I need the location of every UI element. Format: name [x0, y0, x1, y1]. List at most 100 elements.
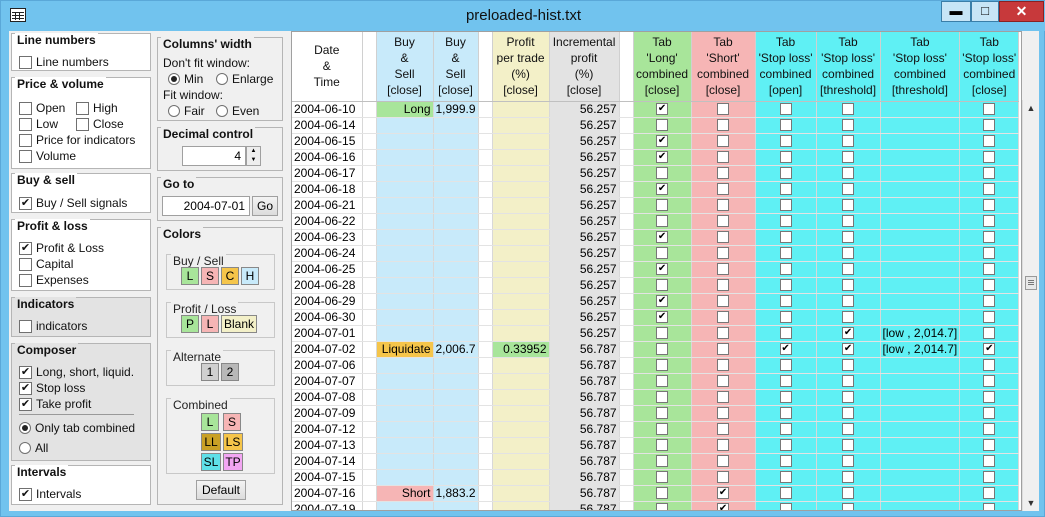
checkbox[interactable]	[983, 311, 996, 324]
checkbox[interactable]	[717, 231, 730, 244]
profit-color-chip[interactable]: P	[181, 315, 199, 333]
checkbox[interactable]	[983, 279, 996, 292]
data-table[interactable]: Date & Time Buy & Sell [close] Buy & Sell …	[291, 31, 1022, 511]
checkbox[interactable]	[842, 215, 855, 228]
checkbox[interactable]	[717, 199, 730, 212]
checkbox[interactable]	[779, 391, 792, 404]
checkbox[interactable]	[779, 183, 792, 196]
column-header-2[interactable]: Buy & Sell [close]	[376, 32, 434, 102]
column-header-1[interactable]	[362, 32, 377, 102]
spinner-arrows-icon[interactable]: ▲ ▼	[246, 146, 261, 166]
checkbox[interactable]	[779, 359, 792, 372]
checkbox[interactable]	[779, 503, 792, 510]
min-radio[interactable]: Min	[168, 71, 203, 87]
checkbox[interactable]: ✔	[656, 295, 669, 308]
checkbox[interactable]	[983, 503, 996, 510]
table-row[interactable]: 2004-06-28 56.257	[292, 277, 1020, 294]
column-header-5[interactable]: Profit per trade (%) [close]	[492, 32, 550, 102]
checkbox[interactable]	[779, 199, 792, 212]
line-numbers-checkbox[interactable]: Line numbers	[19, 54, 109, 70]
table-row[interactable]: 2004-07-06 56.787	[292, 357, 1020, 374]
checkbox[interactable]	[717, 295, 730, 308]
table-row[interactable]: 2004-06-15 56.257 ✔	[292, 133, 1020, 150]
table-row[interactable]: 2004-07-19 56.787 ✔	[292, 501, 1020, 510]
price-for-indicators-checkbox[interactable]: Price for indicators	[19, 132, 135, 148]
table-row[interactable]: 2004-06-17 56.257	[292, 165, 1020, 182]
indicators-checkbox[interactable]: indicators	[19, 318, 87, 334]
checkbox[interactable]	[983, 327, 996, 340]
table-row[interactable]: 2004-06-30 56.257 ✔	[292, 309, 1020, 326]
fair-radio[interactable]: Fair	[168, 103, 205, 119]
checkbox[interactable]: ✔	[656, 151, 669, 164]
checkbox[interactable]	[842, 295, 855, 308]
checkbox[interactable]: ✔	[842, 327, 855, 340]
checkbox[interactable]	[842, 311, 855, 324]
volume-checkbox[interactable]: Volume	[19, 148, 76, 164]
go-button[interactable]: Go	[252, 196, 278, 216]
checkbox[interactable]	[842, 487, 855, 500]
checkbox[interactable]	[717, 119, 730, 132]
intervals-checkbox[interactable]: ✔ Intervals	[19, 486, 81, 502]
checkbox[interactable]	[779, 263, 792, 276]
checkbox[interactable]	[717, 247, 730, 260]
table-row[interactable]: 2004-07-16 Short 1,883.2 56.787 ✔	[292, 485, 1020, 502]
checkbox[interactable]: ✔	[656, 135, 669, 148]
checkbox[interactable]	[656, 391, 669, 404]
column-header-8[interactable]: Tab 'Long' combined [close]	[633, 32, 692, 102]
table-row[interactable]: 2004-06-18 56.257 ✔	[292, 181, 1020, 198]
checkbox[interactable]: ✔	[842, 343, 855, 356]
combined-tp-chip[interactable]: TP	[223, 453, 243, 471]
checkbox[interactable]	[779, 439, 792, 452]
column-header-11[interactable]: Tab 'Stop loss' combined [threshold]	[816, 32, 881, 102]
checkbox[interactable]	[983, 263, 996, 276]
combined-sl-chip[interactable]: SL	[201, 453, 221, 471]
close-button[interactable]: ✕	[999, 1, 1044, 22]
checkbox[interactable]	[779, 247, 792, 260]
checkbox[interactable]	[983, 295, 996, 308]
scroll-down-icon[interactable]: ▼	[1023, 495, 1039, 511]
table-row[interactable]: 2004-07-14 56.787	[292, 453, 1020, 470]
checkbox[interactable]	[717, 103, 730, 116]
table-row[interactable]: 2004-07-01 56.257 ✔ [low , 2,014.7]	[292, 325, 1020, 342]
checkbox[interactable]	[779, 407, 792, 420]
checkbox[interactable]	[983, 231, 996, 244]
checkbox[interactable]	[717, 455, 730, 468]
checkbox[interactable]	[779, 311, 792, 324]
checkbox[interactable]	[842, 407, 855, 420]
checkbox[interactable]	[656, 327, 669, 340]
checkbox[interactable]	[983, 391, 996, 404]
checkbox[interactable]	[842, 263, 855, 276]
checkbox[interactable]	[656, 119, 669, 132]
checkbox[interactable]	[983, 455, 996, 468]
table-row[interactable]: 2004-07-08 56.787	[292, 389, 1020, 406]
checkbox[interactable]	[717, 391, 730, 404]
table-row[interactable]: 2004-07-09 56.787	[292, 405, 1020, 422]
checkbox[interactable]	[983, 215, 996, 228]
checkbox[interactable]	[717, 359, 730, 372]
column-header-6[interactable]: Incremental profit (%) [close]	[549, 32, 620, 102]
checkbox[interactable]	[656, 215, 669, 228]
table-row[interactable]: 2004-06-25 56.257 ✔	[292, 261, 1020, 278]
low-checkbox[interactable]: Low	[19, 116, 58, 132]
table-row[interactable]: 2004-06-10 Long 1,999.9 56.257 ✔	[292, 101, 1020, 118]
enlarge-radio[interactable]: Enlarge	[216, 71, 273, 87]
checkbox[interactable]	[983, 375, 996, 388]
checkbox[interactable]	[656, 487, 669, 500]
checkbox[interactable]	[779, 423, 792, 436]
checkbox[interactable]	[983, 103, 996, 116]
expenses-checkbox[interactable]: Expenses	[19, 272, 89, 288]
table-row[interactable]: 2004-06-14 56.257	[292, 117, 1020, 134]
checkbox[interactable]	[983, 119, 996, 132]
checkbox[interactable]	[779, 487, 792, 500]
checkbox[interactable]	[983, 183, 996, 196]
table-row[interactable]: 2004-07-12 56.787	[292, 421, 1020, 438]
column-header-9[interactable]: Tab 'Short' combined [close]	[691, 32, 756, 102]
table-row[interactable]: 2004-07-15 56.787	[292, 469, 1020, 486]
checkbox[interactable]	[717, 215, 730, 228]
column-header-13[interactable]: Tab 'Stop loss' combined [close]	[959, 32, 1020, 102]
scroll-up-icon[interactable]: ▲	[1023, 100, 1039, 116]
checkbox[interactable]	[983, 199, 996, 212]
checkbox[interactable]: ✔	[656, 311, 669, 324]
checkbox[interactable]	[717, 263, 730, 276]
checkbox[interactable]	[656, 167, 669, 180]
